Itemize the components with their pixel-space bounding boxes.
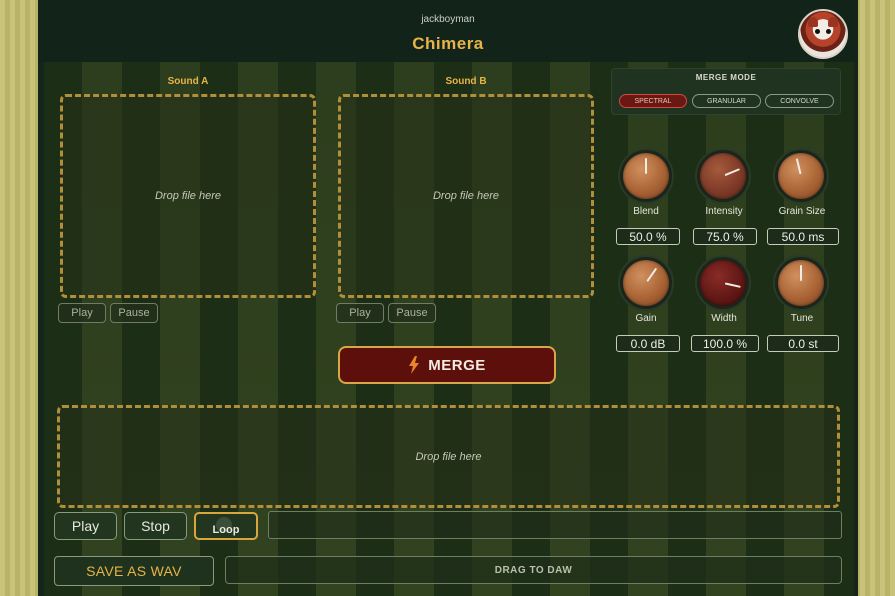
intensity-value[interactable]: 75.0 %: [693, 228, 757, 245]
width-label: Width: [711, 313, 737, 324]
mode-spectral-button[interactable]: SPECTRAL: [619, 94, 687, 108]
sound-b-drop-text: Drop file here: [432, 190, 500, 202]
lightning-bolt-icon: [408, 356, 420, 374]
plugin-window: jackboyman Chimera Sound A Drop file her…: [38, 0, 858, 596]
knob-face: [778, 260, 824, 306]
main-panel: Sound A Drop file here Play Pause Sound …: [44, 62, 854, 596]
knob-pointer: [646, 267, 658, 282]
output-play-button[interactable]: Play: [54, 512, 117, 540]
knob-face: [700, 260, 746, 306]
output-dropzone[interactable]: Drop file here: [57, 405, 840, 508]
width-value[interactable]: 100.0 %: [691, 335, 759, 352]
tune-value[interactable]: 0.0 st: [767, 335, 839, 352]
gain-value[interactable]: 0.0 dB: [616, 335, 680, 352]
mode-granular-button[interactable]: GRANULAR: [692, 94, 761, 108]
knob-face: [623, 153, 669, 199]
loop-indicator: [216, 517, 232, 533]
intensity-label: Intensity: [705, 206, 743, 217]
sound-b-dropzone[interactable]: Drop file here: [338, 94, 594, 298]
output-drop-text: Drop file here: [415, 450, 482, 463]
vendor-name: jackboyman: [421, 14, 475, 25]
knob-pointer: [724, 168, 741, 177]
sound-b-play-button[interactable]: Play: [336, 303, 384, 323]
sound-b-pause-button[interactable]: Pause: [388, 303, 436, 323]
merge-button[interactable]: MERGE: [338, 346, 556, 384]
plugin-title: Chimera: [412, 34, 484, 53]
loop-toggle[interactable]: Loop: [194, 512, 258, 540]
merge-mode-title: MERGE MODE: [695, 73, 757, 82]
save-as-wav-button[interactable]: SAVE AS WAV: [54, 556, 214, 586]
grain-size-label: Grain Size: [778, 206, 826, 217]
merge-button-label: MERGE: [428, 356, 486, 374]
tune-knob[interactable]: [773, 255, 829, 311]
sound-b-label: Sound B: [445, 76, 487, 87]
playback-progress-bar[interactable]: [268, 511, 842, 539]
red-panda-avatar-icon: [798, 9, 848, 59]
mode-convolve-button[interactable]: CONVOLVE: [765, 94, 834, 108]
knob-pointer: [795, 158, 802, 175]
output-stop-button[interactable]: Stop: [124, 512, 187, 540]
intensity-knob[interactable]: [695, 148, 751, 204]
gain-label: Gain: [635, 313, 657, 324]
gain-knob[interactable]: [618, 255, 674, 311]
merge-mode-panel: MERGE MODE SPECTRAL GRANULAR CONVOLVE: [611, 68, 841, 115]
sound-a-label: Sound A: [167, 76, 209, 87]
sound-a-drop-text: Drop file here: [154, 190, 222, 202]
drag-to-daw-handle[interactable]: DRAG TO DAW: [225, 556, 842, 584]
knob-pointer: [724, 282, 741, 288]
tune-label: Tune: [790, 313, 814, 324]
knob-face: [778, 153, 824, 199]
knob-face: [623, 260, 669, 306]
sound-a-play-button[interactable]: Play: [58, 303, 106, 323]
blend-value[interactable]: 50.0 %: [616, 228, 680, 245]
header: jackboyman Chimera: [38, 0, 858, 62]
grain-size-value[interactable]: 50.0 ms: [767, 228, 839, 245]
knob-pointer: [800, 265, 802, 281]
grain-size-knob[interactable]: [773, 148, 829, 204]
width-knob[interactable]: [695, 255, 751, 311]
sound-a-pause-button[interactable]: Pause: [110, 303, 158, 323]
sound-a-dropzone[interactable]: Drop file here: [60, 94, 316, 298]
blend-label: Blend: [633, 206, 659, 217]
knob-pointer: [645, 158, 647, 174]
knob-face: [700, 153, 746, 199]
blend-knob[interactable]: [618, 148, 674, 204]
